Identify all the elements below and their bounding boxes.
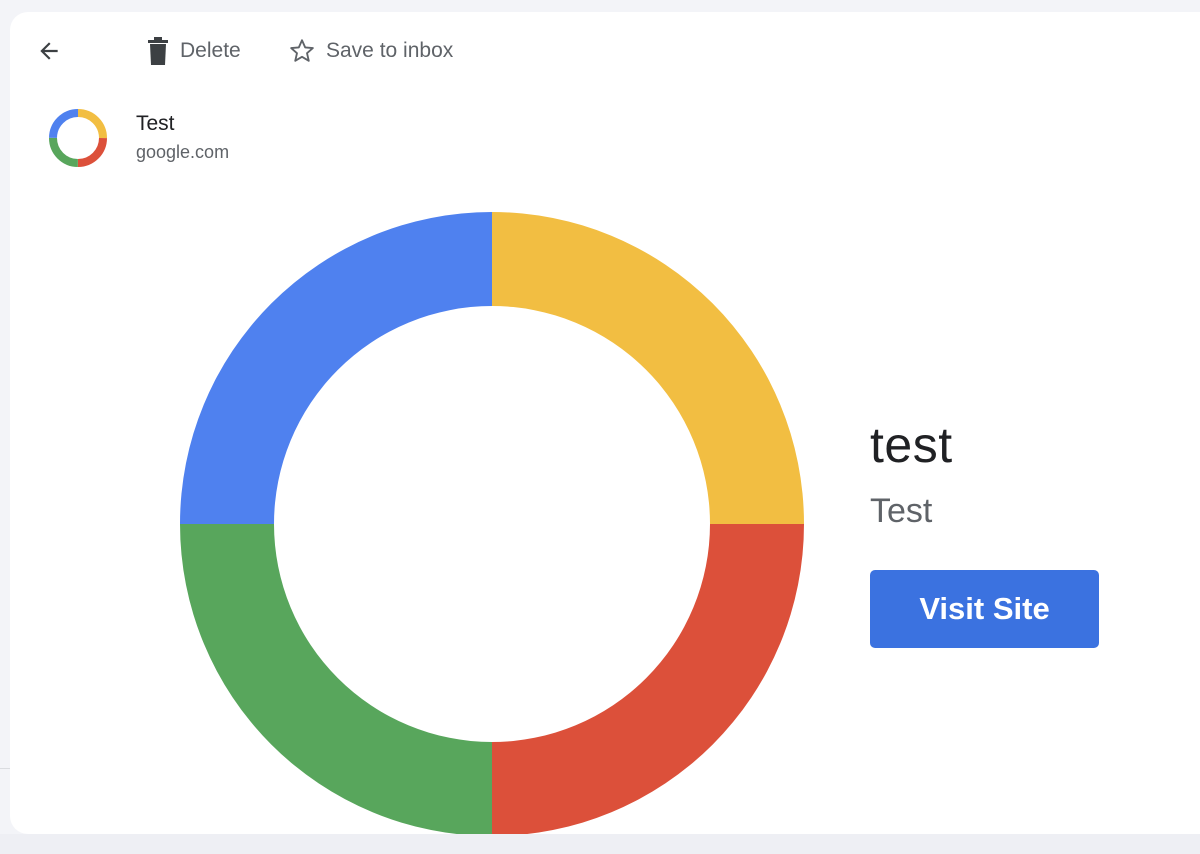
ring-segment-red: [492, 524, 804, 834]
sender-domain: google.com: [136, 142, 230, 162]
bottom-bar: [0, 834, 1200, 854]
save-to-inbox-button[interactable]: Save to inbox: [288, 36, 453, 66]
trash-icon: [146, 37, 170, 65]
message-card: Delete Save to inbox Test google.com tes…: [10, 12, 1200, 834]
promo-title: test: [870, 417, 953, 473]
ring-segment-green: [180, 524, 492, 834]
sender-name: Test: [136, 112, 175, 135]
google-ring-logo-icon: [46, 106, 110, 170]
visit-site-button[interactable]: Visit Site: [870, 570, 1099, 648]
arrow-back-icon: [36, 38, 62, 64]
sender-info: Test google.com: [136, 110, 229, 166]
sender-header: Test google.com: [46, 106, 229, 170]
delete-label: Delete: [180, 39, 241, 62]
promo-content: test Test Visit Site: [870, 414, 1099, 648]
divider: [0, 768, 10, 769]
promo-subtitle: Test: [870, 492, 933, 530]
delete-button[interactable]: Delete: [146, 36, 241, 66]
toolbar: Delete Save to inbox: [10, 12, 1200, 90]
ring-segment-blue: [180, 212, 492, 524]
ring-segment-yellow: [492, 212, 804, 524]
back-button[interactable]: [36, 38, 66, 64]
promo-logo-image: [180, 212, 804, 834]
star-outline-icon: [288, 37, 316, 65]
save-to-inbox-label: Save to inbox: [326, 39, 454, 62]
